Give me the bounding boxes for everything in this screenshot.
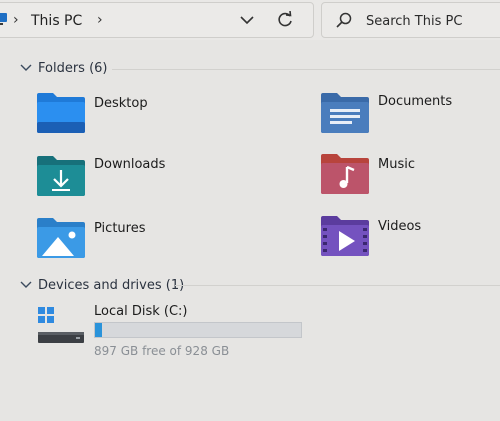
breadcrumb-separator[interactable]: › [13,12,19,28]
drives-section-header[interactable]: Devices and drives (1) [20,277,190,295]
drive-local-disk-c[interactable]: Local Disk (C:) 897 GB free of 928 GB [36,302,316,362]
folder-label: Downloads [94,157,166,172]
this-pc-monitor-icon [0,13,7,25]
folder-label: Videos [378,219,422,234]
chevron-down-icon[interactable] [239,14,255,26]
search-box[interactable] [321,2,500,38]
drive-label: Local Disk (C:) [94,304,188,319]
folder-label: Documents [378,94,453,109]
drive-usage-bar [94,322,302,338]
videos-folder-icon [321,216,369,256]
drives-section-title: Devices and drives (1) [38,278,185,293]
search-icon [336,12,352,28]
pictures-folder-icon [37,218,85,258]
local-disk-windows-icon [38,307,84,343]
downloads-folder-icon [37,156,85,196]
folder-documents[interactable]: Documents [320,92,480,144]
folder-label: Pictures [94,221,146,236]
folder-videos[interactable]: Videos [320,215,480,267]
search-input[interactable] [364,11,500,31]
folder-desktop[interactable]: Desktop [36,92,196,144]
breadcrumb-chevron[interactable]: › [97,12,103,28]
documents-folder-icon [321,93,369,133]
section-divider [175,285,500,286]
folder-label: Desktop [94,96,148,111]
drive-usage-fill [95,323,102,337]
section-divider [112,69,500,70]
desktop-folder-icon [37,93,85,133]
chevron-down-icon[interactable] [20,63,32,73]
drive-free-space: 897 GB free of 928 GB [94,344,230,358]
chevron-down-icon[interactable] [20,280,32,290]
toolbar: › This PC › [0,0,500,40]
folder-pictures[interactable]: Pictures [36,217,196,269]
folder-music[interactable]: Music [320,153,480,205]
folder-label: Music [378,157,415,172]
address-bar[interactable]: › This PC › [0,2,314,38]
folders-section-title: Folders (6) [38,61,108,76]
music-folder-icon [321,154,369,194]
breadcrumb-this-pc[interactable]: This PC [31,13,82,29]
folder-downloads[interactable]: Downloads [36,155,196,207]
refresh-icon[interactable] [276,11,294,29]
